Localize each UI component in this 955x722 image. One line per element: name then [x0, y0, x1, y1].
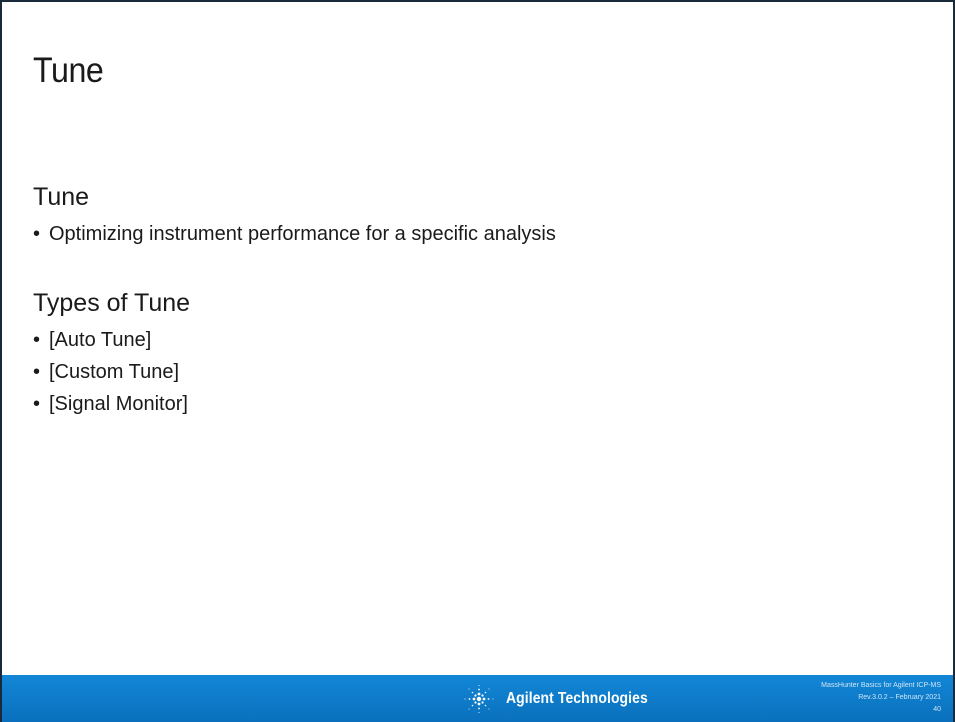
slide-title: Tune: [33, 51, 104, 90]
page-number: 40: [933, 706, 941, 713]
bullet-item-auto-tune: • [Auto Tune]: [33, 324, 913, 356]
bullet-list: • Optimizing instrument performance for …: [33, 218, 913, 250]
footer-course-title: MassHunter Basics for Agilent ICP-MS: [821, 682, 941, 689]
bullet-text: [Signal Monitor]: [49, 393, 188, 415]
logo-wordmark: Agilent Technologies: [506, 690, 648, 707]
footer-meta: MassHunter Basics for Agilent ICP-MS Rev…: [821, 680, 941, 716]
section-heading: Types of Tune: [33, 289, 191, 317]
bullet-dot: •: [33, 223, 41, 245]
bullet-text: [Custom Tune]: [49, 361, 180, 383]
bullet-item: • Optimizing instrument performance for …: [33, 218, 913, 250]
bullet-item-signal-monitor: • [Signal Monitor]: [33, 388, 913, 420]
bullet-text: Optimizing instrument performance for a …: [49, 223, 556, 245]
slide-content: Tune • Optimizing instrument performance…: [33, 180, 913, 420]
section-heading: Tune: [33, 183, 90, 211]
agilent-spark-icon: [464, 684, 494, 714]
section-tune: Tune • Optimizing instrument performance…: [33, 180, 913, 250]
bullet-list: • [Auto Tune] • [Custom Tune] • [Signal …: [33, 324, 913, 420]
footer-bar: Agilent Technologies MassHunter Basics f…: [2, 675, 953, 722]
footer-revision: Rev.3.0.2 – February 2021: [858, 694, 941, 701]
agilent-logo: Agilent Technologies: [461, 683, 664, 715]
bullet-item-custom-tune: • [Custom Tune]: [33, 356, 913, 388]
bullet-text: [Auto Tune]: [49, 329, 152, 351]
section-types-of-tune: Types of Tune • [Auto Tune] • [Custom Tu…: [33, 286, 913, 420]
slide: Tune Tune • Optimizing instrument perfor…: [0, 0, 955, 722]
bullet-dot: •: [33, 393, 41, 415]
bullet-dot: •: [33, 361, 41, 383]
bullet-dot: •: [33, 329, 41, 351]
